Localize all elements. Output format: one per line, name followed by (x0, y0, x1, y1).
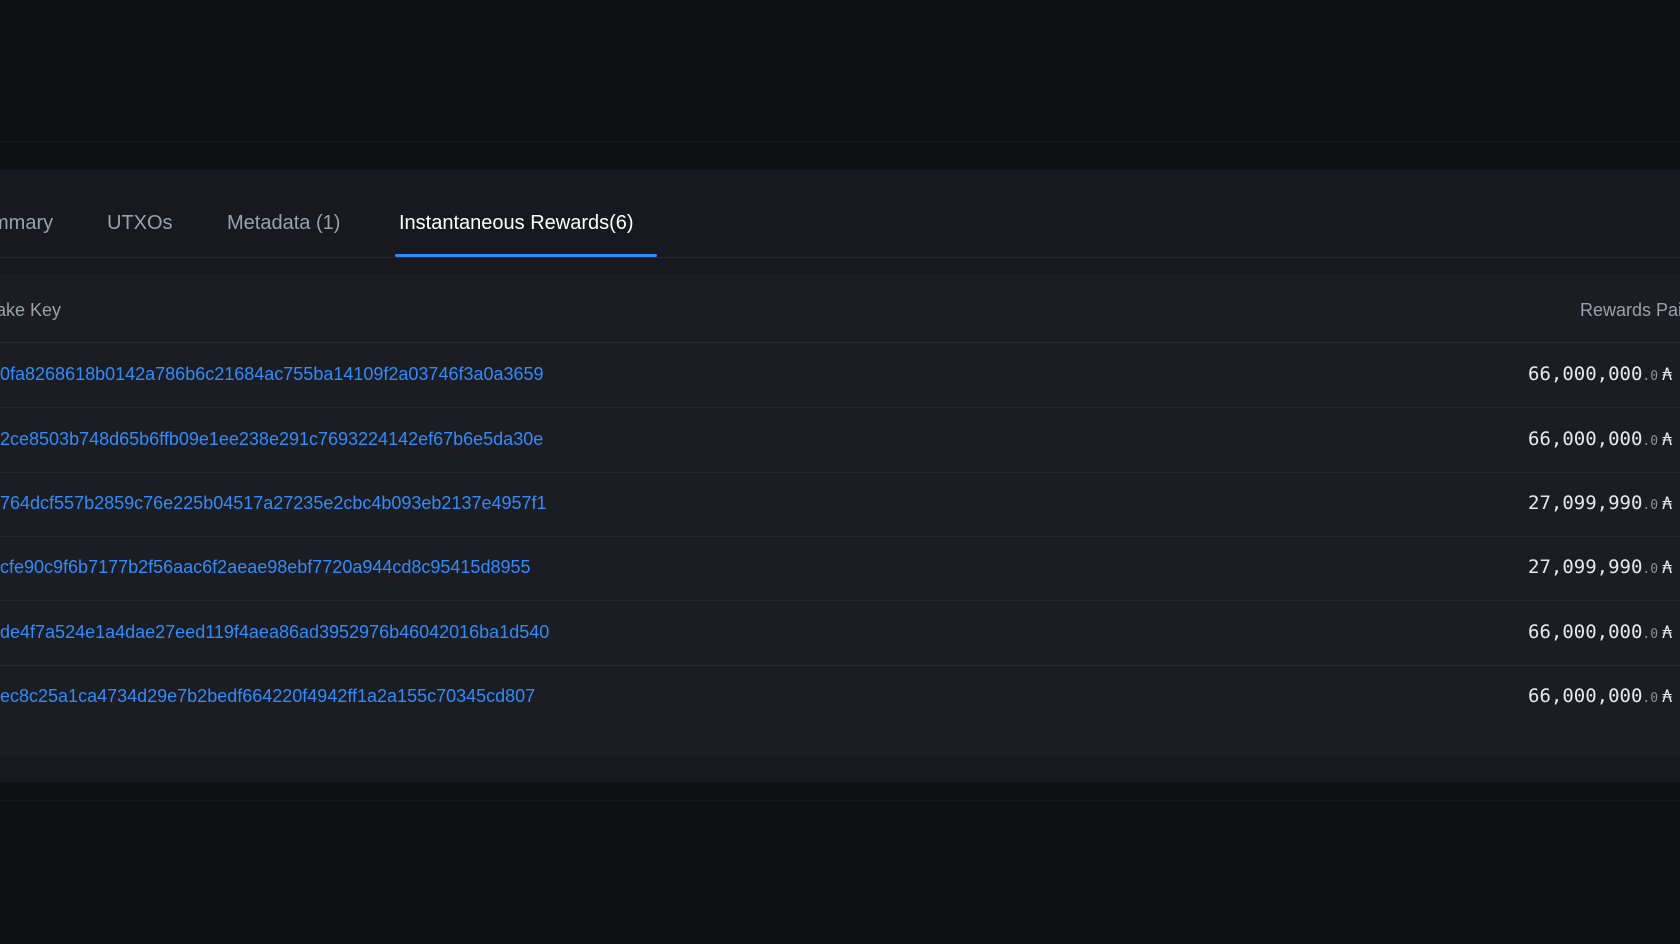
tab-summary[interactable]: mmary (0, 211, 53, 257)
ada-symbol-icon: ₳ (1662, 494, 1673, 514)
table-row: cfe90c9f6b7177b2f56aac6f2aeae98ebf7720a9… (0, 536, 1680, 601)
stake-key-link[interactable]: 2ce8503b748d65b6ffb09e1ee238e291c7693224… (0, 429, 543, 450)
stake-key-link[interactable]: 0fa8268618b0142a786b6c21684ac755ba14109f… (0, 364, 544, 385)
page: mmary UTXOs Metadata (1) Instantaneous R… (0, 0, 1680, 944)
column-header-stake-key: take Key (0, 300, 62, 320)
reward-amount: 66,000,000.0 ₳ (1528, 685, 1672, 707)
table-row: ec8c25a1ca4734d29e7b2bedf664220f4942ff1a… (0, 665, 1680, 729)
tab-bar-divider (0, 257, 1680, 258)
reward-amount: 66,000,000.0 ₳ (1528, 363, 1672, 385)
tab-utxos[interactable]: UTXOs (107, 211, 173, 257)
column-header-rewards-paid: Rewards Pai (1580, 300, 1680, 320)
amount-integer: 66,000,000 (1528, 685, 1643, 707)
ada-symbol-icon: ₳ (1662, 430, 1673, 450)
amount-decimal: .0 (1642, 498, 1659, 513)
amount-integer: 66,000,000 (1528, 363, 1643, 385)
reward-amount: 27,099,990.0 ₳ (1528, 556, 1672, 578)
amount-decimal: .0 (1642, 562, 1659, 577)
amount-decimal: .0 (1642, 369, 1659, 384)
table-row: de4f7a524e1a4dae27eed119f4aea86ad3952976… (0, 601, 1680, 666)
transaction-detail-panel: mmary UTXOs Metadata (1) Instantaneous R… (0, 170, 1680, 782)
amount-integer: 66,000,000 (1528, 428, 1643, 450)
amount-decimal: .0 (1642, 627, 1659, 642)
stake-key-link[interactable]: 764dcf557b2859c76e225b04517a27235e2cbc4b… (0, 493, 547, 514)
table-row: 764dcf557b2859c76e225b04517a27235e2cbc4b… (0, 472, 1680, 537)
ada-symbol-icon: ₳ (1662, 623, 1673, 643)
tab-bar: mmary UTXOs Metadata (1) Instantaneous R… (0, 170, 1680, 258)
stake-key-link[interactable]: cfe90c9f6b7177b2f56aac6f2aeae98ebf7720a9… (0, 557, 531, 578)
stake-key-link[interactable]: de4f7a524e1a4dae27eed119f4aea86ad3952976… (0, 622, 549, 643)
stake-key-link[interactable]: ec8c25a1ca4734d29e7b2bedf664220f4942ff1a… (0, 686, 535, 707)
tab-metadata[interactable]: Metadata (1) (227, 211, 340, 257)
amount-integer: 66,000,000 (1528, 621, 1643, 643)
top-divider (0, 141, 1680, 143)
amount-integer: 27,099,990 (1528, 492, 1643, 514)
bottom-divider (0, 800, 1680, 801)
ada-symbol-icon: ₳ (1662, 687, 1673, 707)
amount-decimal: .0 (1642, 691, 1659, 706)
amount-integer: 27,099,990 (1528, 556, 1643, 578)
amount-decimal: .0 (1642, 434, 1659, 449)
reward-amount: 27,099,990.0 ₳ (1528, 492, 1672, 514)
reward-amount: 66,000,000.0 ₳ (1528, 621, 1672, 643)
rewards-table: take Key Rewards Pai 0fa8268618b0142a786… (0, 274, 1680, 756)
table-row: 0fa8268618b0142a786b6c21684ac755ba14109f… (0, 343, 1680, 408)
reward-amount: 66,000,000.0 ₳ (1528, 428, 1672, 450)
ada-symbol-icon: ₳ (1662, 558, 1673, 578)
ada-symbol-icon: ₳ (1662, 365, 1673, 385)
tab-instantaneous-rewards[interactable]: Instantaneous Rewards(6) (399, 211, 634, 257)
table-row: 2ce8503b748d65b6ffb09e1ee238e291c7693224… (0, 408, 1680, 473)
table-header: take Key Rewards Pai (0, 274, 1680, 343)
